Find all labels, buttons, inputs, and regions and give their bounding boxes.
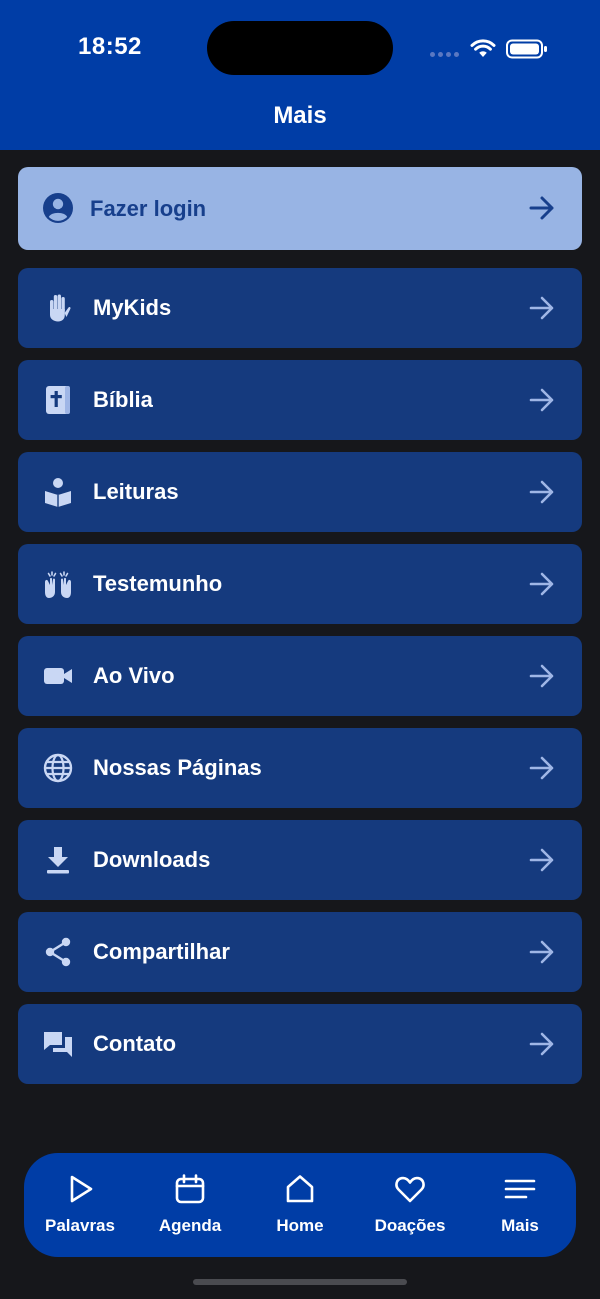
menu-item-label: Testemunho	[93, 571, 223, 596]
page-title: Mais	[273, 102, 327, 129]
menu-item-downloads[interactable]: Downloads	[18, 820, 582, 900]
praying-hands-icon	[45, 571, 71, 598]
user-circle-icon	[43, 193, 73, 223]
menu-item-label: Leituras	[93, 479, 179, 504]
bible-icon	[46, 386, 70, 414]
menu-lines-icon	[504, 1179, 536, 1199]
dynamic-island	[207, 21, 393, 75]
arrow-right-icon	[529, 940, 554, 964]
status-time: 18:52	[78, 33, 142, 60]
menu-item-biblia[interactable]: Bíblia	[18, 360, 582, 440]
arrow-right-icon	[529, 296, 554, 320]
menu-item-label: Compartilhar	[93, 939, 230, 964]
tab-label: Palavras	[45, 1216, 115, 1235]
download-icon	[47, 847, 69, 874]
menu-item-mykids[interactable]: MyKids	[18, 268, 582, 348]
cellular-signal-icon	[430, 52, 460, 58]
book-reader-icon	[45, 478, 71, 507]
tab-palavras[interactable]: Palavras	[25, 1153, 135, 1257]
tab-mais[interactable]: Mais	[465, 1153, 575, 1257]
menu-item-label: Downloads	[93, 847, 211, 872]
tab-label: Doações	[374, 1216, 446, 1235]
arrow-right-icon	[529, 388, 554, 412]
login-label: Fazer login	[90, 196, 207, 221]
menu-item-label: Contato	[93, 1031, 177, 1056]
menu-item-leituras[interactable]: Leituras	[18, 452, 582, 532]
arrow-right-icon	[529, 848, 554, 872]
globe-icon	[43, 753, 73, 783]
play-icon	[70, 1175, 93, 1203]
menu-item-contato[interactable]: Contato	[18, 1004, 582, 1084]
top-header: 18:52 Mais	[0, 0, 600, 150]
battery-icon	[506, 39, 547, 59]
menu-item-label: MyKids	[93, 295, 172, 320]
menu-item-label: Nossas Páginas	[93, 755, 262, 780]
tab-label: Agenda	[158, 1216, 222, 1235]
tab-doacoes[interactable]: Doações	[355, 1153, 465, 1257]
menu-item-compartilhar[interactable]: Compartilhar	[18, 912, 582, 992]
menu-item-nossas-paginas[interactable]: Nossas Páginas	[18, 728, 582, 808]
tab-label: Mais	[501, 1216, 539, 1235]
video-camera-icon	[44, 668, 72, 684]
arrow-right-icon	[529, 572, 554, 596]
bottom-tab-bar: Palavras Agenda Home Doações Mais	[24, 1153, 576, 1257]
tab-agenda[interactable]: Agenda	[135, 1153, 245, 1257]
menu-item-testemunho[interactable]: Testemunho	[18, 544, 582, 624]
home-icon	[286, 1175, 314, 1203]
menu-list: Fazer login MyKids Bíblia Leituras Teste…	[18, 167, 582, 1096]
calendar-icon	[175, 1174, 205, 1204]
arrow-right-icon	[529, 756, 554, 780]
home-indicator	[193, 1279, 407, 1285]
arrow-right-icon	[529, 480, 554, 504]
raised-hand-icon	[50, 294, 71, 322]
tab-label: Home	[276, 1216, 324, 1235]
arrow-right-icon	[529, 1032, 554, 1056]
login-button[interactable]: Fazer login	[18, 167, 582, 250]
menu-item-ao-vivo[interactable]: Ao Vivo	[18, 636, 582, 716]
share-icon	[45, 937, 71, 967]
heart-icon	[395, 1176, 425, 1203]
wifi-icon	[470, 39, 496, 57]
menu-item-label: Ao Vivo	[93, 663, 175, 688]
tab-home[interactable]: Home	[245, 1153, 355, 1257]
arrow-right-icon	[529, 664, 554, 688]
chat-bubbles-icon	[44, 1032, 72, 1057]
menu-item-label: Bíblia	[93, 387, 153, 412]
arrow-right-icon	[529, 196, 554, 220]
